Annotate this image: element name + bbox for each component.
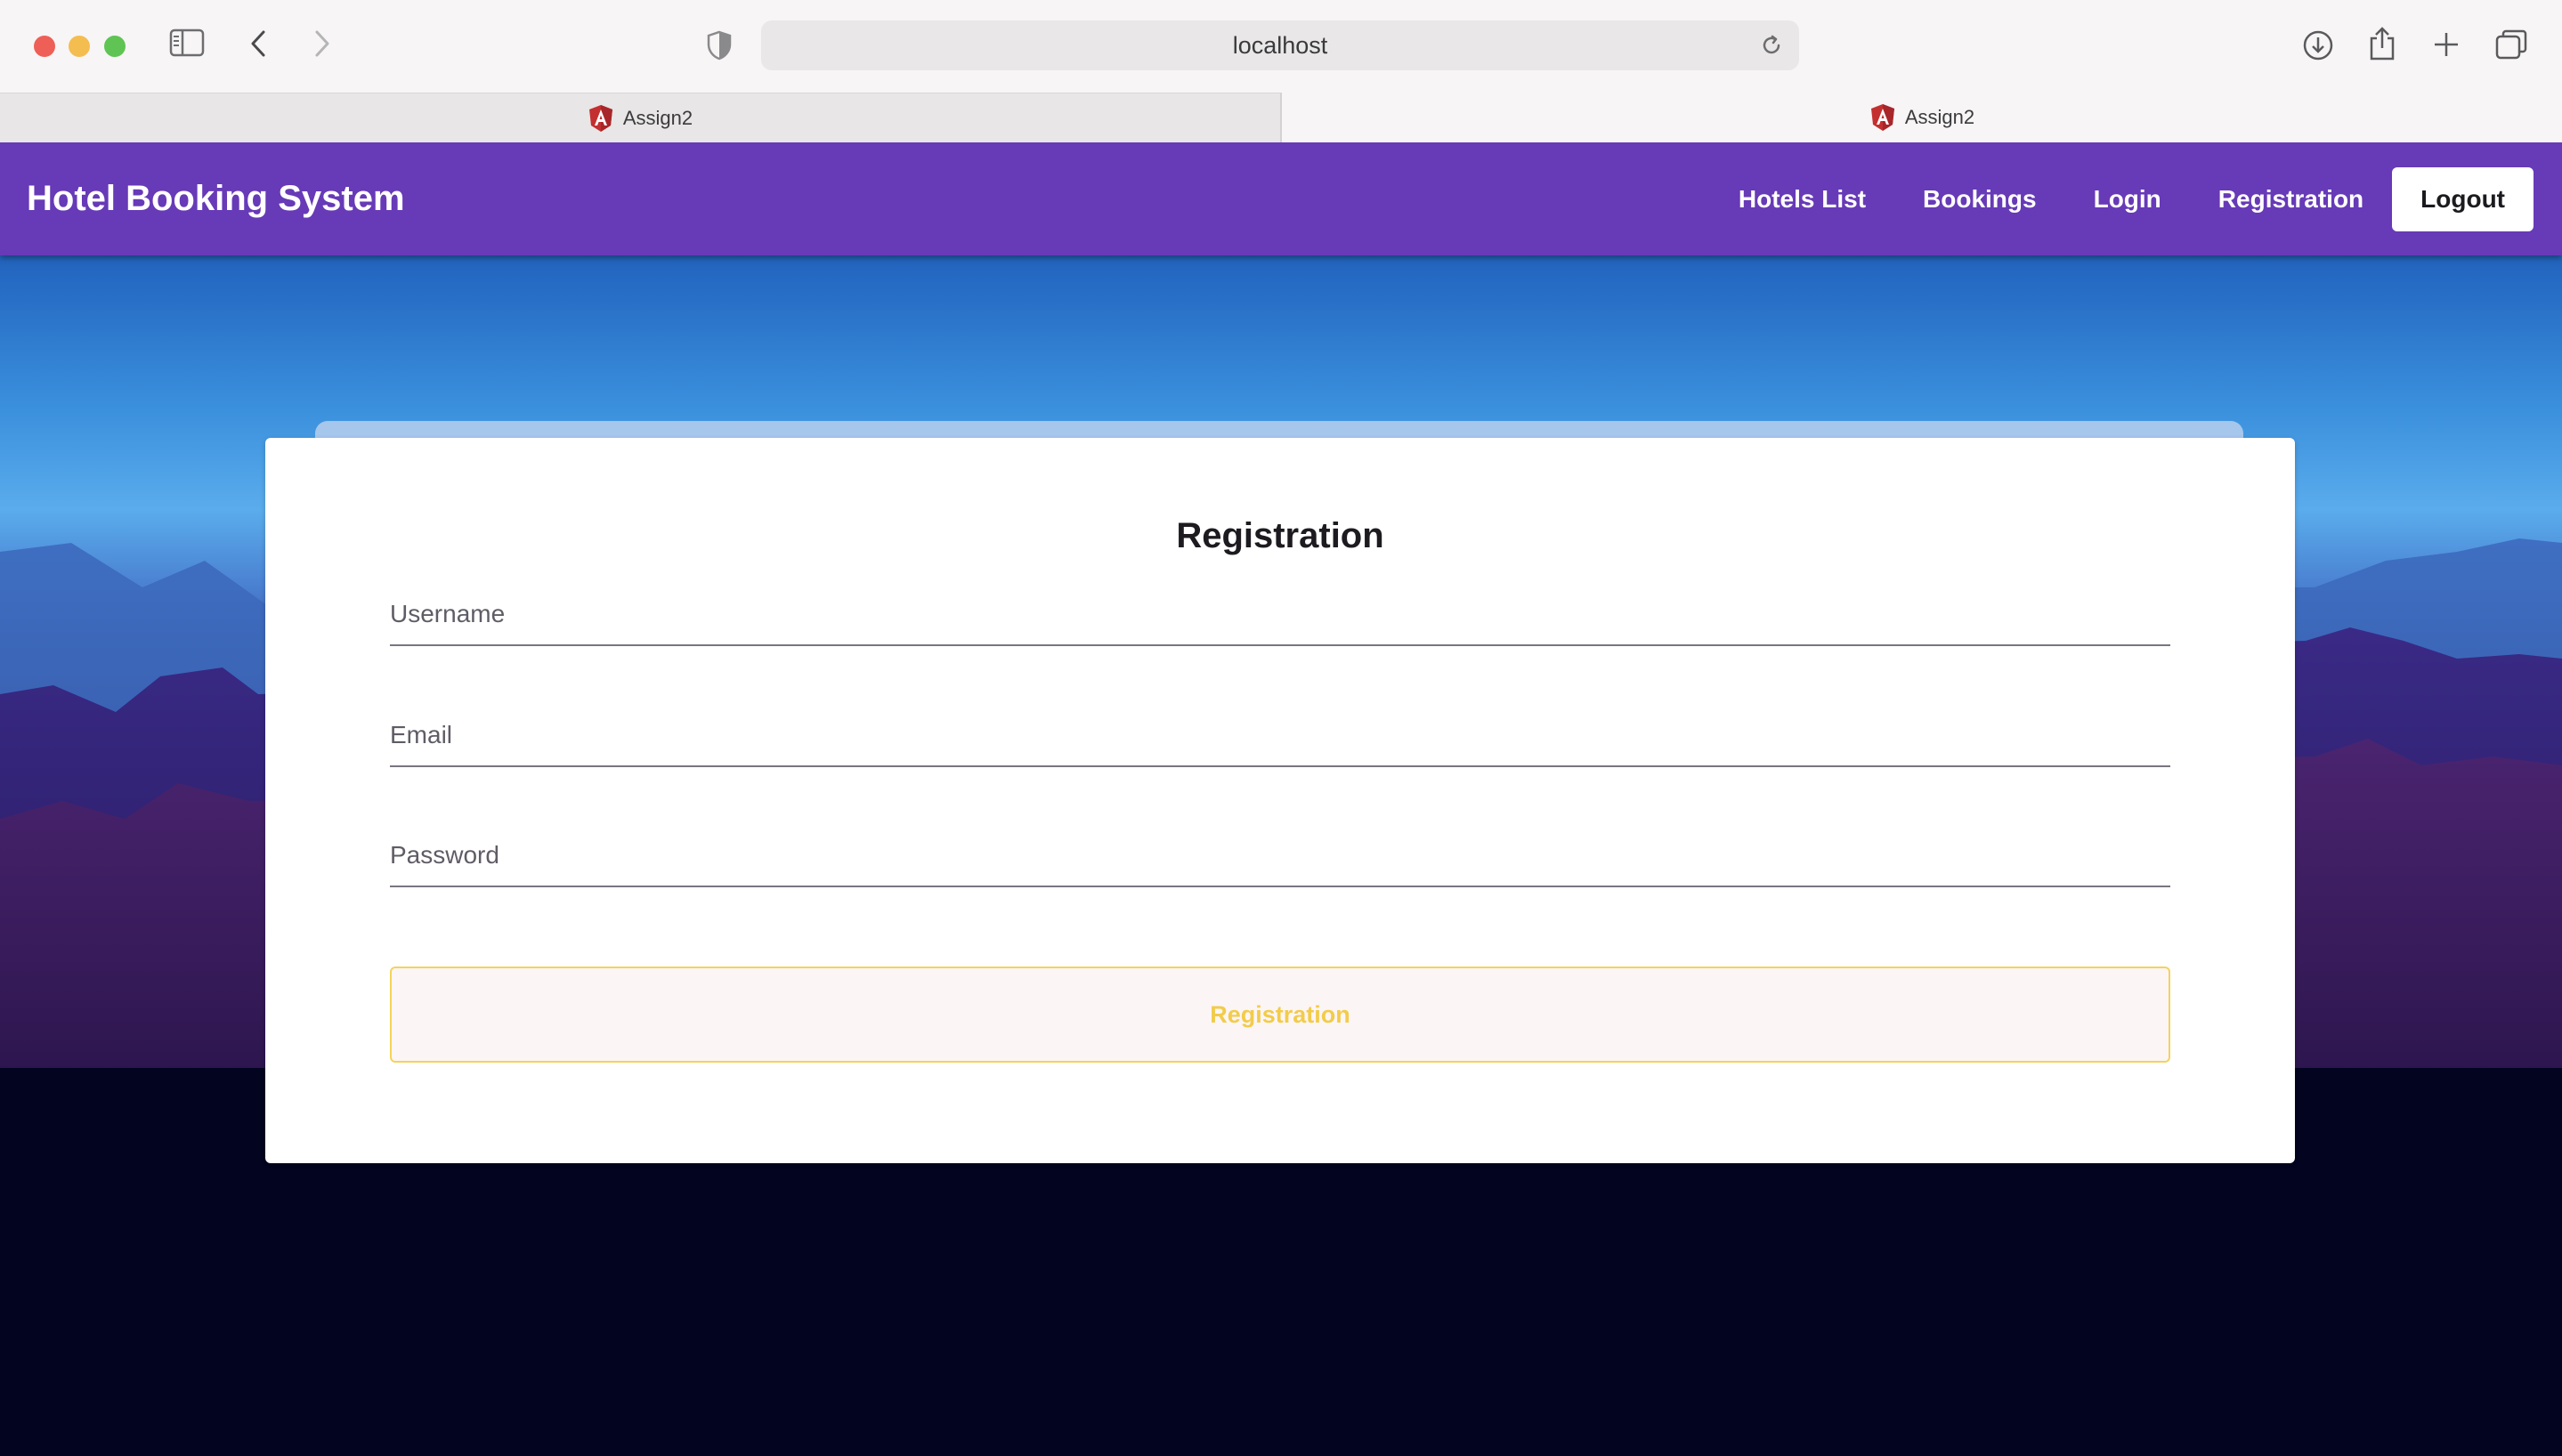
new-tab-plus-icon[interactable]	[2432, 30, 2461, 59]
minimize-window-button[interactable]	[69, 36, 90, 57]
back-arrow-icon[interactable]	[249, 29, 267, 58]
browser-tabs: Assign2 Assign2	[0, 93, 2562, 142]
browser-tab[interactable]: Assign2	[0, 93, 1282, 142]
tab-title: Assign2	[622, 106, 693, 129]
logout-button[interactable]: Logout	[2392, 166, 2534, 231]
angular-logo-icon	[588, 104, 612, 132]
form-title: Registration	[1176, 516, 1384, 555]
password-input[interactable]	[390, 829, 2170, 882]
top-nav: Hotels List Bookings Login Registration …	[1682, 142, 2534, 255]
password-field[interactable]	[390, 829, 2170, 887]
username-field[interactable]	[390, 587, 2170, 646]
downloads-icon[interactable]	[2302, 29, 2334, 61]
maximize-window-button[interactable]	[104, 36, 126, 57]
browser-titlebar: localhost	[0, 0, 2562, 93]
close-window-button[interactable]	[34, 36, 55, 57]
nav-hotels-list[interactable]: Hotels List	[1739, 185, 1866, 214]
privacy-shield-icon[interactable]	[706, 30, 733, 61]
email-input[interactable]	[390, 708, 2170, 762]
address-bar[interactable]: localhost	[761, 20, 1799, 70]
nav-login[interactable]: Login	[2094, 185, 2161, 214]
angular-logo-icon	[1870, 104, 1894, 131]
app-brand-title[interactable]: Hotel Booking System	[27, 142, 405, 255]
app-toolbar: Hotel Booking System Hotels List Booking…	[0, 142, 2562, 255]
forward-arrow-icon[interactable]	[313, 29, 331, 58]
url-text: localhost	[1232, 31, 1328, 59]
browser-tab-active[interactable]: Assign2	[1282, 93, 2562, 142]
reload-icon[interactable]	[1760, 34, 1783, 57]
username-input[interactable]	[390, 587, 2170, 641]
app-viewport: Hotel Booking System Hotels List Booking…	[0, 142, 2562, 1456]
registration-submit-button[interactable]: Registration	[390, 967, 2170, 1063]
email-field[interactable]	[390, 708, 2170, 767]
tab-overview-icon[interactable]	[2494, 28, 2528, 61]
sidebar-toggle-icon[interactable]	[169, 28, 205, 57]
share-icon[interactable]	[2368, 26, 2396, 61]
tab-title: Assign2	[1904, 106, 1975, 128]
nav-registration[interactable]: Registration	[2218, 185, 2363, 214]
nav-bookings[interactable]: Bookings	[1923, 185, 2037, 214]
registration-card: Registration Registration	[265, 438, 2295, 1163]
